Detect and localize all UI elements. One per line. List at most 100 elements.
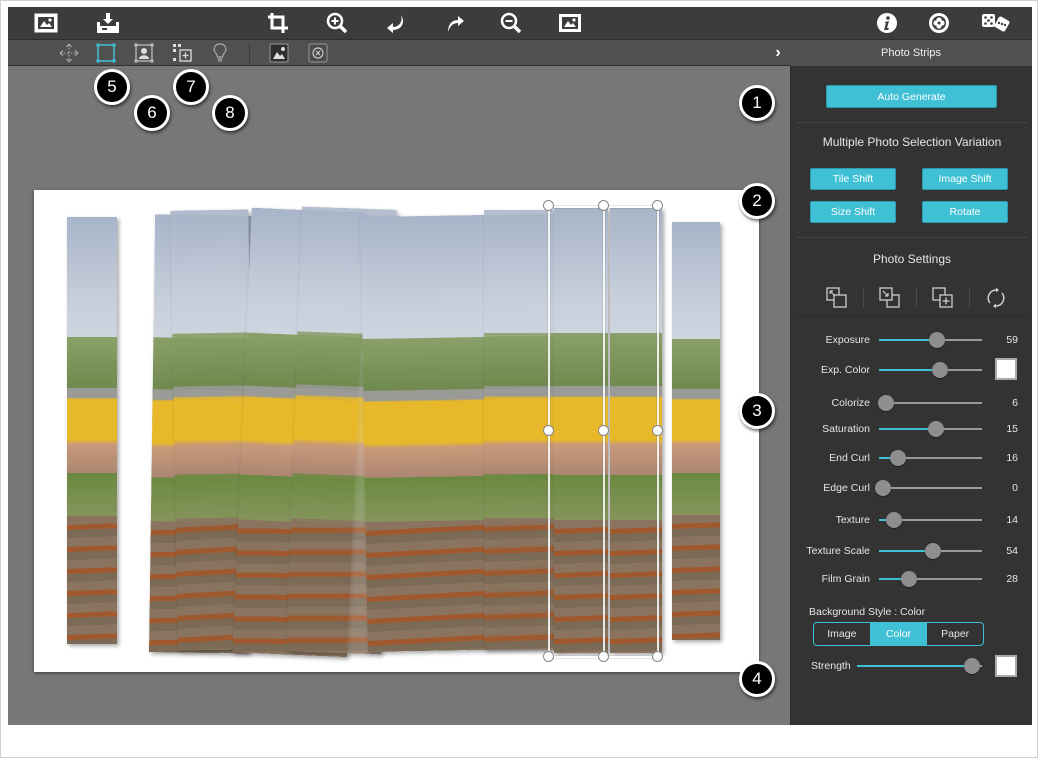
settings-icon[interactable]: [925, 10, 953, 36]
chevron-right-icon: ›: [775, 44, 781, 61]
crop-icon[interactable]: [264, 10, 292, 36]
resize-handle[interactable]: [598, 200, 609, 211]
callout-2: 2: [739, 183, 775, 219]
slider-texture[interactable]: [879, 512, 982, 528]
send-backward-icon[interactable]: [823, 286, 851, 310]
divider: [797, 316, 1027, 317]
resize-handle[interactable]: [543, 651, 554, 662]
slider-value: 15: [1006, 423, 1018, 435]
icon-separator: [916, 288, 917, 308]
slider-thumb[interactable]: [927, 421, 944, 437]
exp-color-swatch[interactable]: [995, 358, 1017, 380]
slider-texture-scale[interactable]: [879, 543, 982, 559]
size-shift-button[interactable]: Size Shift: [810, 201, 896, 223]
slider-end-curl[interactable]: [879, 450, 982, 466]
background-style-label: Background Style : Color: [809, 606, 926, 618]
resize-handle[interactable]: [543, 200, 554, 211]
slider-label: Texture Scale: [806, 545, 870, 557]
select-tool-icon[interactable]: [95, 43, 117, 63]
undo-icon[interactable]: [382, 10, 410, 36]
slider-saturation[interactable]: [879, 421, 982, 437]
background-option-image[interactable]: Image: [814, 623, 871, 645]
add-strip-icon[interactable]: [171, 43, 193, 63]
slider-edge-curl[interactable]: [875, 480, 982, 496]
slider-thumb[interactable]: [964, 658, 980, 674]
auto-generate-button[interactable]: Auto Generate: [826, 85, 997, 108]
slider-label: Colorize: [831, 397, 870, 409]
bring-forward-icon[interactable]: [876, 286, 904, 310]
photo-strips-app: › Photo Strips Auto Generate Multiple Ph…: [8, 7, 1032, 725]
callout-4: 4: [739, 661, 775, 697]
slider-value: 59: [1006, 334, 1018, 346]
zoom-out-icon[interactable]: [497, 10, 525, 36]
slider-thumb[interactable]: [889, 450, 906, 466]
info-icon[interactable]: [873, 10, 901, 36]
redo-icon[interactable]: [441, 10, 469, 36]
fit-image-icon[interactable]: [556, 10, 584, 36]
divider: [797, 237, 1027, 238]
slider-track: [879, 487, 982, 489]
image-shift-button[interactable]: Image Shift: [922, 168, 1008, 190]
slider-exposure[interactable]: [879, 332, 982, 348]
callout-3: 3: [739, 393, 775, 429]
move-tool-icon[interactable]: [58, 43, 80, 63]
lightbulb-icon[interactable]: [209, 43, 231, 63]
resize-handle[interactable]: [652, 651, 663, 662]
portrait-frame-icon[interactable]: [133, 43, 155, 63]
save-export-icon[interactable]: [94, 10, 122, 36]
slider-exp-color[interactable]: [879, 362, 982, 378]
duplicate-icon[interactable]: [929, 286, 957, 310]
photo-strip[interactable]: [672, 222, 720, 640]
randomize-dice-icon[interactable]: [978, 10, 1014, 36]
canvas-area[interactable]: [8, 67, 790, 725]
photo-strips-panel: Auto Generate Multiple Photo Selection V…: [790, 66, 1032, 725]
photo-strip[interactable]: [67, 217, 117, 644]
slider-thumb[interactable]: [875, 480, 892, 496]
toolbar-separator: [249, 44, 250, 63]
rotate-refresh-icon[interactable]: [982, 286, 1010, 310]
slider-track: [879, 402, 982, 404]
slider-label: Texture: [835, 514, 870, 526]
slider-thumb[interactable]: [878, 395, 895, 411]
variation-title: Multiple Photo Selection Variation: [822, 135, 1002, 149]
resize-handle[interactable]: [652, 425, 663, 436]
resize-handle[interactable]: [652, 200, 663, 211]
icon-separator: [863, 288, 864, 308]
slider-thumb[interactable]: [928, 332, 945, 348]
slider-label: Saturation: [822, 423, 870, 435]
resize-handle[interactable]: [543, 425, 554, 436]
resize-handle[interactable]: [598, 425, 609, 436]
resize-handle[interactable]: [598, 651, 609, 662]
background-option-color[interactable]: Color: [870, 623, 928, 645]
slider-label: Film Grain: [821, 573, 870, 585]
callout-8: 8: [212, 95, 248, 131]
screenshot-frame: › Photo Strips Auto Generate Multiple Ph…: [0, 0, 1038, 758]
slider-thumb[interactable]: [886, 512, 903, 528]
slider-thumb[interactable]: [900, 571, 917, 587]
collapse-panel-chevron[interactable]: ›: [770, 45, 786, 61]
zoom-in-icon[interactable]: [323, 10, 351, 36]
background-option-paper[interactable]: Paper: [927, 623, 983, 645]
strength-color-swatch[interactable]: [995, 655, 1017, 677]
strength-slider[interactable]: [857, 658, 982, 674]
delete-icon[interactable]: [307, 43, 329, 63]
slider-value: 0: [1012, 482, 1018, 494]
replace-image-icon[interactable]: [268, 43, 290, 63]
slider-value: 28: [1006, 573, 1018, 585]
slider-colorize[interactable]: [878, 395, 982, 411]
tile-shift-button[interactable]: Tile Shift: [810, 168, 896, 190]
slider-thumb[interactable]: [931, 362, 948, 378]
slider-label: Edge Curl: [823, 482, 870, 494]
slider-value: 6: [1012, 397, 1018, 409]
photo-settings-title: Photo Settings: [872, 252, 952, 266]
rotate-button[interactable]: Rotate: [922, 201, 1008, 223]
slider-value: 54: [1006, 545, 1018, 557]
photo-strips-paper[interactable]: [34, 190, 759, 672]
slider-thumb[interactable]: [924, 543, 941, 559]
slider-label: Exp. Color: [820, 364, 870, 376]
slider-fill: [857, 665, 972, 667]
callout-7: 7: [173, 69, 209, 105]
slider-film-grain[interactable]: [879, 571, 982, 587]
slider-fill: [879, 369, 940, 371]
open-photo-icon[interactable]: [32, 10, 60, 36]
